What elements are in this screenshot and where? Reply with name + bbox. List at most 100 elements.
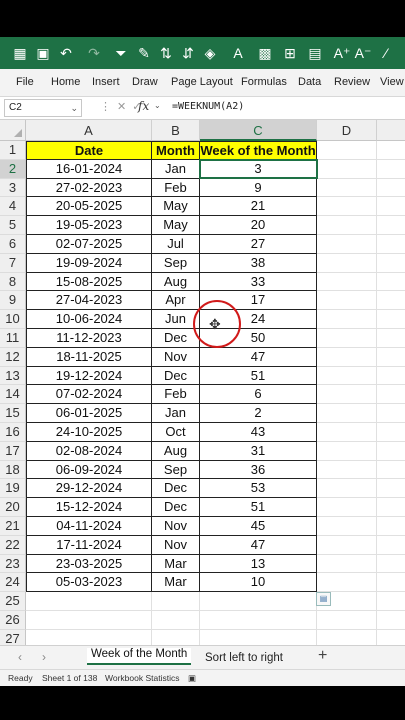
sheet-tab-sort-left-to-right[interactable]: Sort left to right (205, 652, 283, 664)
spreadsheet-grid[interactable]: A B C D 1 2 3 4 5 6 7 8 9 10 11 12 13 14 15 16 17 18 19 20 21 22 2… (0, 120, 405, 645)
chevron-down-icon[interactable]: ⌄ (70, 100, 78, 116)
tab-insert[interactable]: Insert (92, 76, 120, 88)
table-cell[interactable]: Nov (152, 347, 200, 367)
fx-chevron-down-icon[interactable]: ⌄ (154, 101, 161, 110)
borders-icon[interactable]: ▩ (255, 43, 275, 63)
table-cell[interactable]: 20 (200, 216, 317, 235)
save-icon[interactable]: ▣ (33, 43, 53, 63)
row-header[interactable]: 14 (0, 385, 26, 405)
row-header[interactable]: 24 (0, 573, 26, 593)
table-cell[interactable]: 27 (200, 235, 317, 254)
table-cell[interactable]: Jul (152, 235, 200, 254)
table-cell[interactable]: 24-10-2025 (26, 423, 152, 442)
format-painter-icon[interactable]: ✎ (134, 43, 154, 63)
table-cell[interactable]: Mar (152, 573, 200, 593)
row-header[interactable]: 1 (0, 141, 26, 160)
table-cell[interactable]: 36 (200, 460, 317, 480)
table-cell[interactable]: 29-12-2024 (26, 479, 152, 499)
row-header[interactable]: 18 (0, 460, 26, 480)
table-cell[interactable]: Nov (152, 517, 200, 536)
table-cell[interactable]: Apr (152, 291, 200, 311)
font-color-icon[interactable]: A (228, 43, 248, 63)
sort-descending-icon[interactable]: ⇵ (178, 43, 198, 63)
fx-icon[interactable]: fx (138, 99, 149, 113)
table-cell[interactable]: Feb (152, 178, 200, 198)
column-header-e[interactable] (377, 120, 405, 141)
row-header[interactable]: 5 (0, 216, 26, 235)
table-cell[interactable]: 06-01-2025 (26, 404, 152, 423)
tab-data[interactable]: Data (298, 76, 321, 88)
table-cell[interactable]: 13 (200, 554, 317, 574)
table-cell[interactable]: 10-06-2024 (26, 310, 152, 329)
table-cell[interactable]: 19-09-2024 (26, 253, 152, 273)
paste-options-icon[interactable]: ▤ (316, 592, 331, 606)
table-cell[interactable]: Nov (152, 535, 200, 555)
name-box[interactable]: C2 ⌄ (4, 99, 82, 117)
increase-font-icon[interactable]: A⁺ (332, 43, 352, 63)
tab-file[interactable]: File (16, 76, 34, 88)
table-cell[interactable]: 27-02-2023 (26, 178, 152, 198)
table-cell[interactable]: 15-08-2025 (26, 272, 152, 292)
redo-icon[interactable]: ↷ (84, 43, 104, 63)
table-cell[interactable]: 27-04-2023 (26, 291, 152, 311)
table-cell[interactable]: 17-11-2024 (26, 535, 152, 555)
table-cell[interactable]: 53 (200, 479, 317, 499)
table-cell[interactable]: 51 (200, 366, 317, 386)
row-header[interactable]: 8 (0, 272, 26, 292)
filter-icon[interactable]: ⏷ (111, 43, 131, 63)
table-cell[interactable]: Mar (152, 554, 200, 574)
table-cell[interactable]: 43 (200, 423, 317, 442)
table-cell[interactable]: 19-12-2024 (26, 366, 152, 386)
table-cell[interactable]: 11-12-2023 (26, 329, 152, 348)
column-header-c[interactable]: C (200, 120, 317, 141)
table-cell[interactable]: 20-05-2025 (26, 197, 152, 217)
row-header[interactable]: 7 (0, 253, 26, 273)
tab-view[interactable]: View (380, 76, 404, 88)
row-header[interactable]: 6 (0, 235, 26, 254)
table-cell[interactable]: 16-01-2024 (26, 159, 152, 179)
fill-color-icon[interactable]: ◈ (200, 43, 220, 63)
tab-home[interactable]: Home (51, 76, 80, 88)
table-cell[interactable]: 05-03-2023 (26, 573, 152, 593)
insert-cells-icon[interactable]: ▤ (305, 43, 325, 63)
row-header[interactable]: 21 (0, 517, 26, 536)
header-cell[interactable]: Week of the Month (200, 141, 317, 160)
decrease-font-icon[interactable]: A⁻ (353, 43, 373, 63)
table-cell[interactable]: 15-12-2024 (26, 498, 152, 517)
table-cell[interactable]: 6 (200, 385, 317, 405)
header-cell[interactable]: Date (26, 141, 152, 160)
table-cell[interactable]: 33 (200, 272, 317, 292)
row-header[interactable]: 12 (0, 347, 26, 367)
table-cell[interactable]: 19-05-2023 (26, 216, 152, 235)
row-header[interactable]: 11 (0, 329, 26, 348)
table-cell[interactable]: Dec (152, 498, 200, 517)
sheet-tab-week-of-the-month[interactable]: Week of the Month (87, 648, 192, 665)
table-cell[interactable]: 23-03-2025 (26, 554, 152, 574)
merge-cells-icon[interactable]: ⊞ (280, 43, 300, 63)
row-header[interactable]: 4 (0, 197, 26, 217)
column-header-a[interactable]: A (26, 120, 152, 141)
table-cell[interactable]: 45 (200, 517, 317, 536)
table-cell[interactable]: Dec (152, 329, 200, 348)
table-cell[interactable]: Sep (152, 253, 200, 273)
row-header[interactable]: 19 (0, 479, 26, 499)
table-cell[interactable]: 47 (200, 347, 317, 367)
table-cell[interactable]: 02-08-2024 (26, 441, 152, 461)
row-header[interactable]: 25 (0, 592, 26, 611)
table-cell[interactable]: 47 (200, 535, 317, 555)
table-cell[interactable]: 9 (200, 178, 317, 198)
next-sheet-icon[interactable]: › (42, 650, 46, 664)
row-header[interactable]: 16 (0, 423, 26, 442)
row-header[interactable]: 20 (0, 498, 26, 517)
table-cell[interactable]: 3 (200, 159, 317, 179)
table-cell[interactable]: Dec (152, 479, 200, 499)
table-cell[interactable]: 10 (200, 573, 317, 593)
table-cell[interactable]: Aug (152, 272, 200, 292)
undo-icon[interactable]: ↶ (56, 43, 76, 63)
tab-page-layout[interactable]: Page Layout (171, 76, 233, 88)
table-cell[interactable]: Feb (152, 385, 200, 405)
row-header[interactable]: 9 (0, 291, 26, 311)
table-cell[interactable]: 31 (200, 441, 317, 461)
table-cell[interactable]: 2 (200, 404, 317, 423)
row-header[interactable]: 13 (0, 366, 26, 386)
